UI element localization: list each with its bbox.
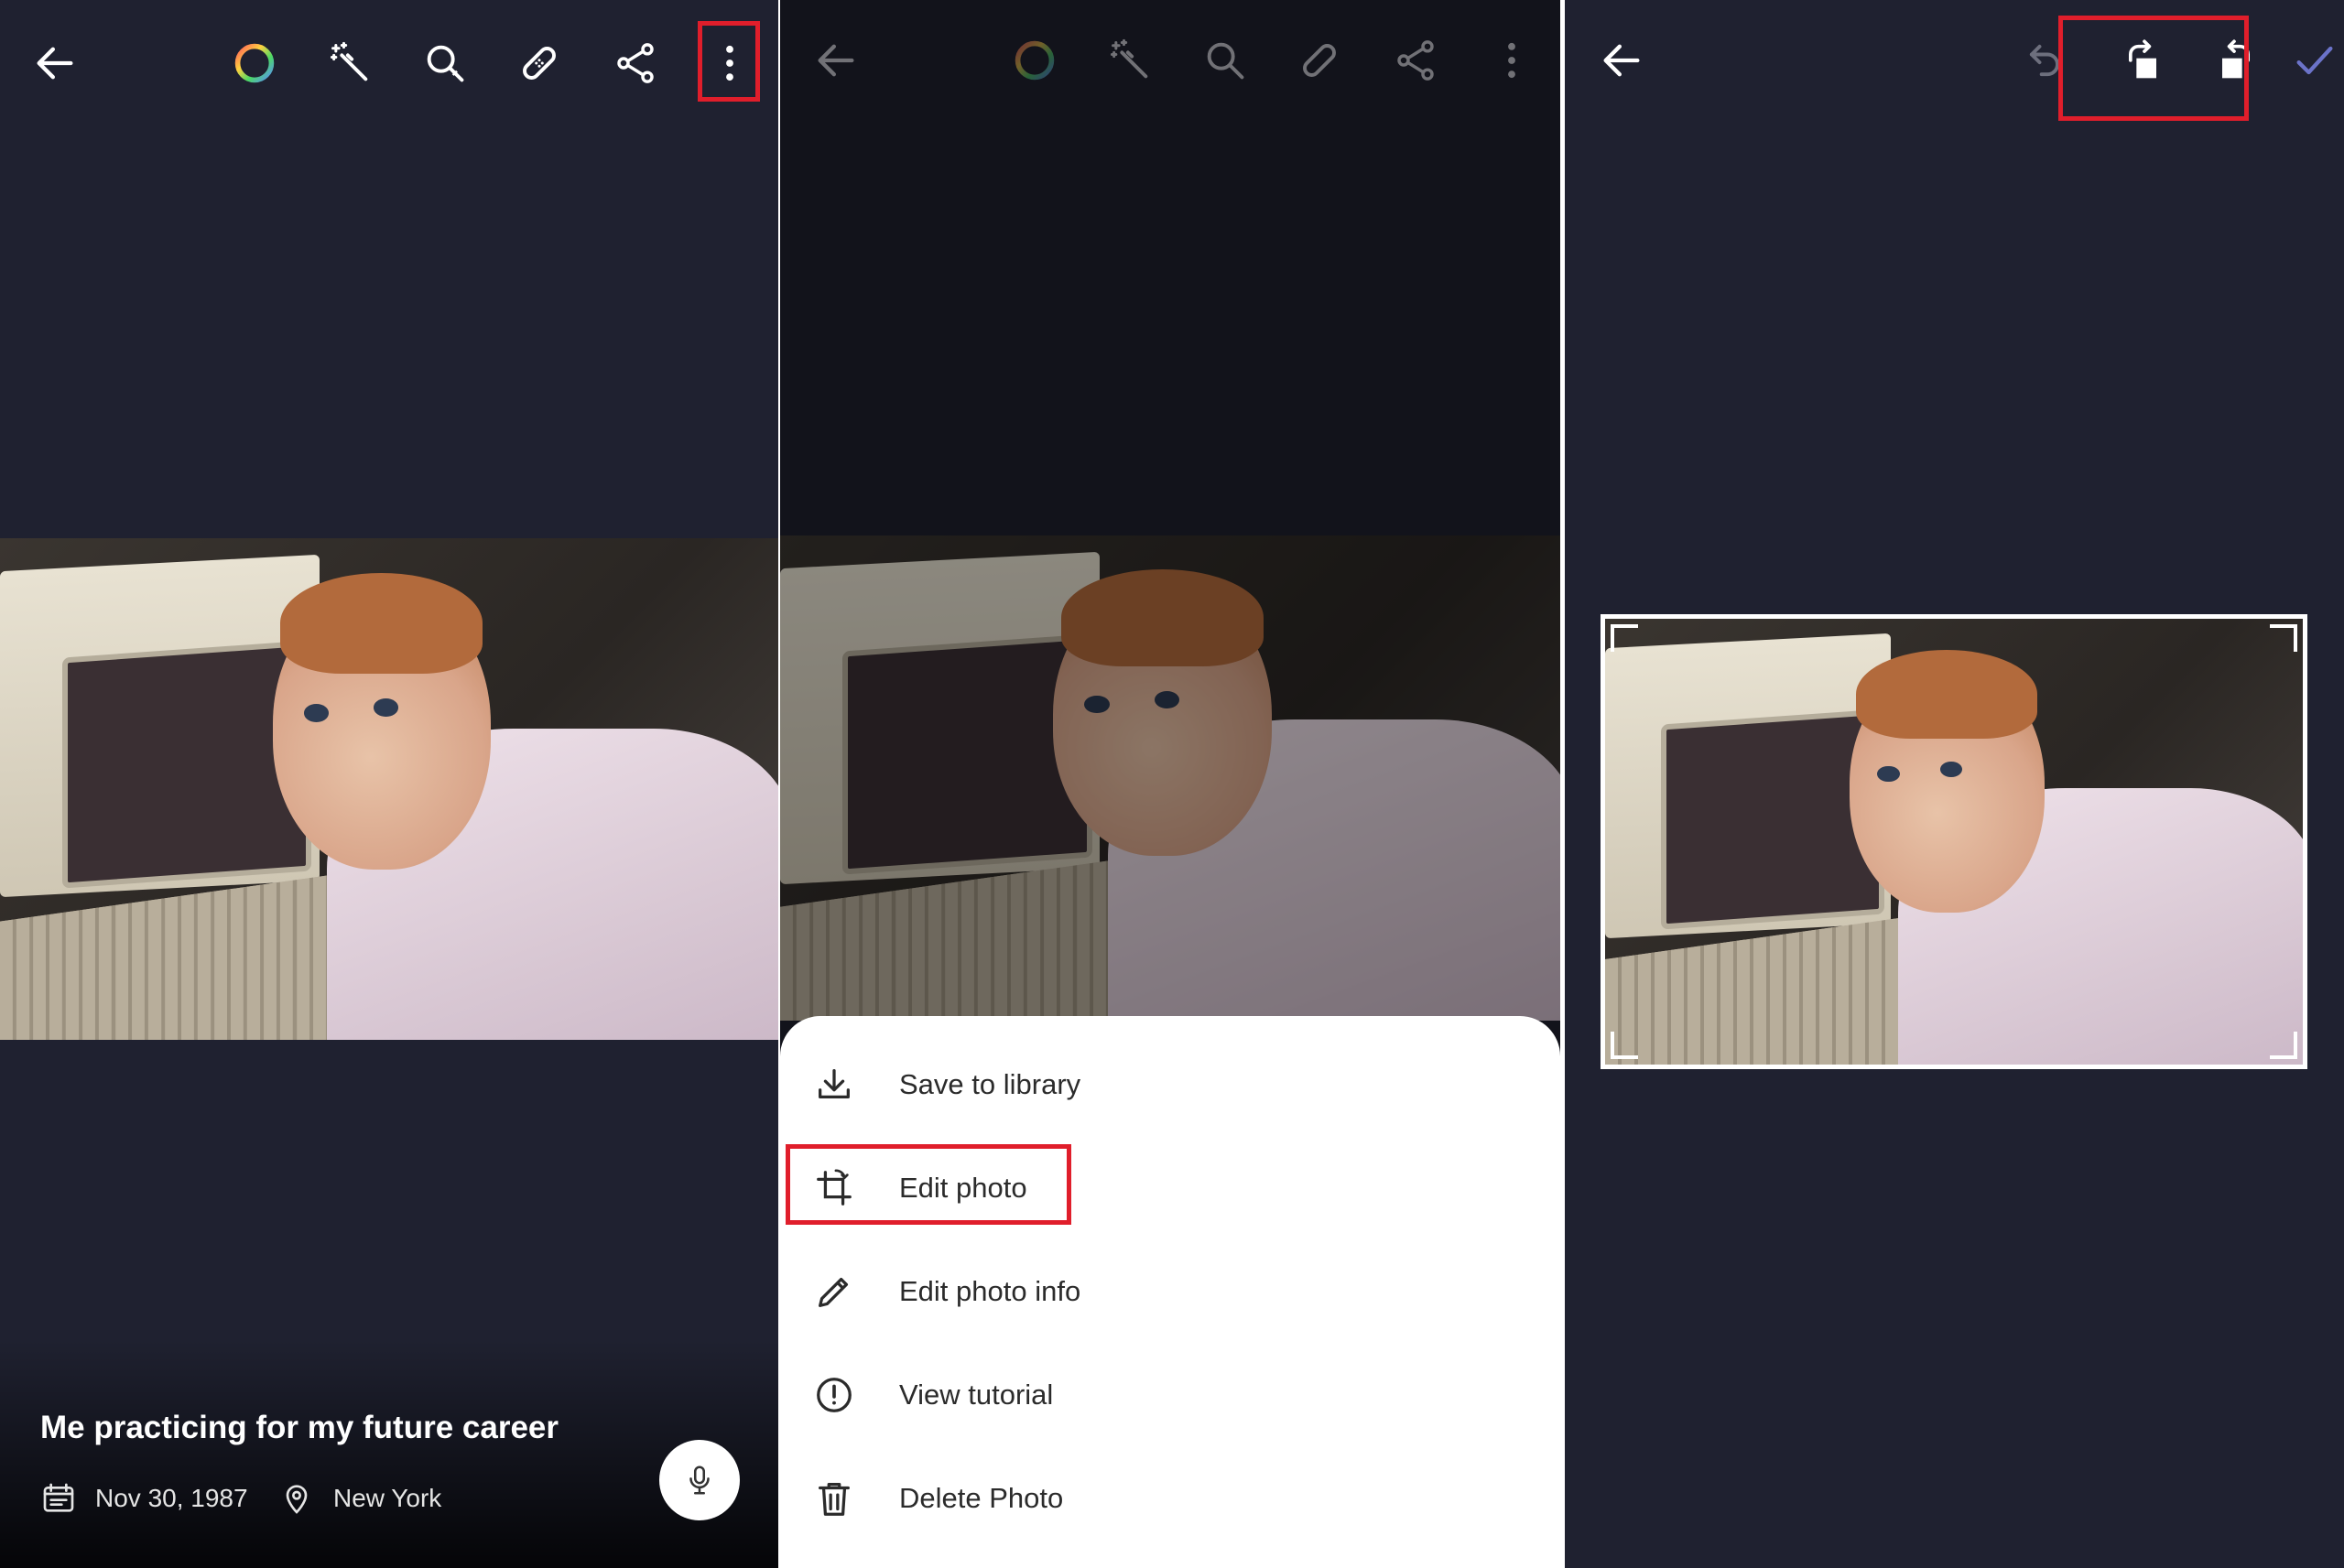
- calendar-icon: [43, 1483, 74, 1512]
- highlight-box: [2058, 16, 2249, 121]
- color-ring-icon: [1015, 40, 1055, 81]
- highlight-box: [698, 21, 760, 102]
- highlight-box: [786, 1144, 1071, 1225]
- photo-location: New York: [333, 1484, 442, 1512]
- trash-icon: [811, 1476, 857, 1521]
- more-dimmed: [1475, 24, 1548, 97]
- back-button-dimmed: [799, 24, 873, 97]
- share-icon: [617, 43, 654, 83]
- zoom-tool-button[interactable]: [408, 27, 482, 100]
- arrow-left-icon: [1603, 44, 1640, 77]
- menu-item-label: Save to library: [899, 1068, 1081, 1100]
- pencil-icon: [811, 1269, 857, 1314]
- check-icon: [2296, 46, 2333, 75]
- menu-item-label: Edit photo info: [899, 1275, 1081, 1307]
- color-ring-icon: [234, 43, 275, 83]
- bandage-repair-icon: [523, 47, 556, 80]
- crop-handle-bottom-right[interactable]: [2270, 1032, 2297, 1059]
- share-icon: [1397, 40, 1434, 81]
- bandage-repair-icon: [1303, 44, 1336, 77]
- more-vert-icon: [1508, 42, 1515, 79]
- enhance-tool-dimmed: [1093, 24, 1167, 97]
- share-button[interactable]: [599, 27, 672, 100]
- zoom-tool-dimmed: [1188, 24, 1262, 97]
- crop-handle-top-left[interactable]: [1611, 624, 1638, 652]
- microphone-icon: [689, 1465, 710, 1495]
- menu-item-label: View tutorial: [899, 1379, 1054, 1411]
- magic-wand-icon: [1110, 38, 1148, 79]
- menu-item-label: Delete Photo: [899, 1482, 1064, 1514]
- enhance-tool-button[interactable]: [313, 27, 386, 100]
- back-button[interactable]: [18, 27, 92, 100]
- location-meta: New York: [278, 1476, 441, 1521]
- download-icon: [811, 1062, 857, 1108]
- crop-handle-bottom-left[interactable]: [1611, 1032, 1638, 1059]
- back-button[interactable]: [1585, 24, 1658, 97]
- repair-tool-button[interactable]: [503, 27, 576, 100]
- crop-frame[interactable]: [1601, 614, 2307, 1069]
- share-dimmed: [1379, 24, 1452, 97]
- photo-viewer-panel: Me practicing for my future career Nov 3…: [0, 0, 778, 1568]
- caption-gradient: [0, 1339, 778, 1568]
- photo-caption: Me practicing for my future career: [40, 1410, 559, 1445]
- info-circle-icon: [811, 1372, 857, 1418]
- arrow-left-icon: [37, 47, 73, 80]
- menu-item-view-tutorial[interactable]: View tutorial: [780, 1346, 1560, 1444]
- crop-handle-top-right[interactable]: [2270, 624, 2297, 652]
- options-bottom-sheet: Save to library Edit photo Edit photo in…: [780, 1016, 1560, 1568]
- voice-record-button[interactable]: [659, 1440, 740, 1520]
- menu-item-delete-photo[interactable]: Delete Photo: [780, 1450, 1560, 1547]
- photo-image[interactable]: [0, 538, 778, 1040]
- repair-tool-dimmed: [1283, 24, 1356, 97]
- options-menu-panel: Save to library Edit photo Edit photo in…: [780, 0, 1560, 1568]
- color-tool-button[interactable]: [218, 27, 291, 100]
- arrow-left-icon: [818, 44, 854, 77]
- menu-item-edit-photo-info[interactable]: Edit photo info: [780, 1243, 1560, 1340]
- location-pin-icon: [286, 1485, 308, 1514]
- menu-item-save-to-library[interactable]: Save to library: [780, 1036, 1560, 1133]
- photo-image-dimmed: [780, 535, 1560, 1021]
- date-meta: Nov 30, 1987: [40, 1476, 248, 1521]
- magnify-enhance-icon: [1207, 42, 1244, 80]
- magnify-enhance-icon: [427, 45, 464, 82]
- photo-date: Nov 30, 1987: [95, 1484, 248, 1512]
- magic-wand-icon: [330, 41, 368, 81]
- color-tool-dimmed: [998, 24, 1071, 97]
- confirm-button[interactable]: [2278, 24, 2344, 97]
